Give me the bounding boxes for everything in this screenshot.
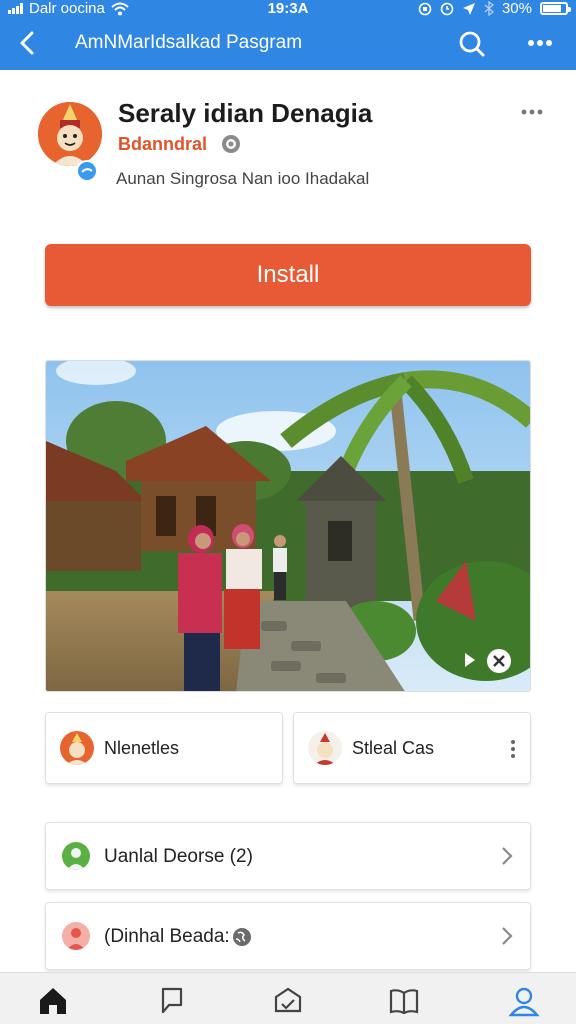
rotation-lock-icon bbox=[418, 2, 432, 15]
profile-name: Seraly idian Denagia bbox=[118, 98, 373, 128]
close-circle-icon[interactable] bbox=[486, 648, 512, 674]
gear-icon[interactable] bbox=[220, 133, 242, 155]
profile-icon[interactable] bbox=[508, 985, 540, 1017]
package-icon[interactable] bbox=[272, 985, 304, 1017]
person-avatar bbox=[62, 842, 90, 870]
list-item-label: Uanlal Deorse (2) bbox=[104, 846, 253, 867]
back-arrow-icon[interactable] bbox=[14, 28, 42, 58]
status-bar: Dalr oocina 19:3A 30% bbox=[0, 0, 576, 18]
verified-badge-icon bbox=[76, 160, 98, 182]
chevron-right-icon bbox=[502, 847, 513, 865]
more-horizontal-icon[interactable] bbox=[524, 32, 556, 54]
alarm-icon bbox=[440, 2, 454, 15]
list-item[interactable]: (Dinhal Beada: bbox=[45, 902, 531, 970]
globe-icon bbox=[233, 928, 251, 946]
bottom-tab-bar bbox=[0, 972, 576, 1024]
village-photo bbox=[46, 361, 530, 691]
play-icon[interactable] bbox=[464, 652, 476, 668]
search-icon[interactable] bbox=[456, 28, 488, 60]
mascot-avatar bbox=[60, 731, 94, 765]
person-avatar bbox=[62, 922, 90, 950]
profile-subtitle: Aunan Singrosa Nan ioo Ihadakal bbox=[116, 169, 370, 188]
profile-more-icon[interactable] bbox=[518, 104, 546, 120]
navigation-bar: AmNMarIdsalkad Pasgram bbox=[0, 26, 576, 64]
mascot-icon bbox=[38, 102, 102, 166]
battery-percent: 30% bbox=[501, 0, 532, 17]
location-icon bbox=[462, 2, 475, 15]
card-label: Nlenetles bbox=[104, 738, 180, 758]
battery-icon bbox=[540, 2, 571, 15]
card-label: Stleal Cas bbox=[352, 738, 435, 758]
install-button[interactable]: Install bbox=[45, 244, 531, 306]
card-nlenetles[interactable]: Nlenetles bbox=[45, 712, 283, 784]
list-item-label: (Dinhal Beada: bbox=[104, 926, 230, 947]
bluetooth-icon bbox=[484, 1, 494, 16]
list-item[interactable]: Uanlal Deorse (2) bbox=[45, 822, 531, 890]
mascot-avatar bbox=[308, 731, 342, 765]
book-icon[interactable] bbox=[388, 985, 420, 1017]
chevron-right-icon bbox=[502, 927, 513, 945]
home-icon[interactable] bbox=[37, 985, 69, 1017]
profile-handle[interactable]: Bdanndral bbox=[118, 134, 207, 155]
app-header: Dalr oocina 19:3A 30% AmNMarIdsalkad Pas… bbox=[0, 0, 576, 70]
kebab-menu-icon[interactable] bbox=[510, 739, 516, 759]
chat-icon[interactable] bbox=[155, 985, 187, 1017]
photo-card[interactable] bbox=[45, 360, 531, 692]
card-stleal-cas[interactable]: Stleal Cas bbox=[293, 712, 531, 784]
page-title: AmNMarIdsalkad Pasgram bbox=[75, 32, 303, 53]
avatar[interactable] bbox=[38, 102, 102, 166]
